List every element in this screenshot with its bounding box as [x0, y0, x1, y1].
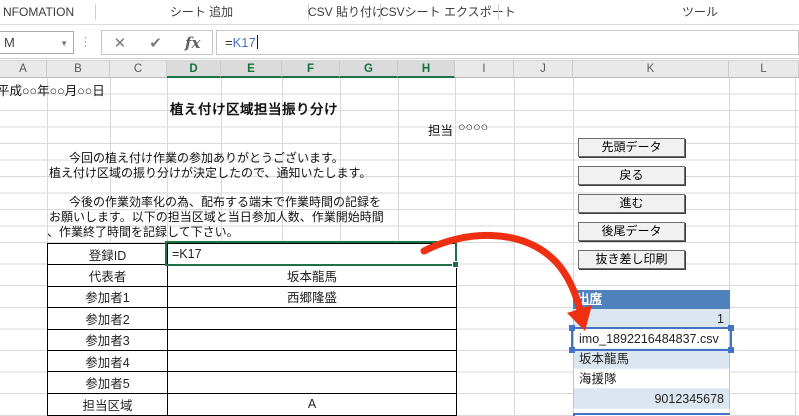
attendance-header-cell[interactable]: 出席	[573, 290, 730, 309]
toolbar-item-information[interactable]: NFOMATION	[3, 0, 74, 24]
active-cell-selection	[165, 241, 457, 266]
gridline	[795, 78, 796, 416]
toolbar-item-csv-paste[interactable]: CSV 貼り付け	[308, 0, 380, 24]
enter-icon[interactable]: ✔	[149, 34, 162, 52]
macro-toolbar: NFOMATION シート 追加 CSV 貼り付け CSVシート エクスポート …	[0, 0, 799, 25]
body-text-line: 植え付け区域の振り分けが決定したので、通知いたします。	[49, 164, 371, 181]
formula-input[interactable]: =K17	[216, 30, 799, 55]
selection-handle[interactable]	[569, 325, 575, 331]
form-row-value[interactable]	[168, 330, 456, 351]
form-row-value[interactable]	[168, 308, 456, 329]
tanto-label: 担当	[428, 120, 453, 139]
form-row-label: 参加者3	[48, 330, 168, 351]
selection-handle[interactable]	[728, 325, 734, 331]
cancel-icon[interactable]: ✕	[114, 34, 127, 52]
spreadsheet-app-window: NFOMATION シート 追加 CSV 貼り付け CSVシート エクスポート …	[0, 0, 799, 416]
formula-button-group: ✕ ✔ fx	[101, 30, 213, 55]
assignment-form-table: 登録ID =K17 代表者 坂本龍馬 参加者1 西郷隆盛 参加者2 参加者3 参…	[47, 243, 457, 416]
form-row-label: 登録ID	[48, 244, 168, 265]
name-box-value: M	[4, 35, 15, 50]
column-header-j[interactable]: J	[514, 60, 573, 78]
form-row-label: 代表者	[48, 265, 168, 286]
column-header-g[interactable]: G	[340, 60, 398, 78]
table-cell[interactable]: 1	[573, 309, 730, 329]
document-title: 植え付け区域担当振り分け	[170, 98, 338, 118]
body-text-line: 、作業終了時間を記録して下さい。	[47, 223, 239, 240]
back-button[interactable]: 戻る	[578, 166, 685, 185]
forward-button[interactable]: 進む	[578, 194, 685, 213]
column-header-b[interactable]: B	[47, 60, 110, 78]
column-header-a[interactable]: A	[0, 60, 47, 78]
name-box[interactable]: M ▼	[0, 31, 74, 54]
form-row-value[interactable]: A	[168, 394, 456, 415]
form-row-label: 参加者4	[48, 351, 168, 372]
column-header-k[interactable]: K	[573, 60, 729, 78]
first-data-button[interactable]: 先頭データ	[578, 138, 685, 157]
column-header-i[interactable]: I	[455, 60, 514, 78]
form-row-label: 参加者2	[48, 308, 168, 329]
form-row-value[interactable]	[168, 351, 456, 372]
column-header-f[interactable]: F	[282, 60, 340, 78]
chevron-down-icon[interactable]: ▼	[60, 33, 68, 54]
dots-separator-icon: ⋮	[79, 29, 92, 55]
form-row-label: 参加者5	[48, 372, 168, 393]
column-header-e[interactable]: E	[221, 60, 282, 78]
selection-handle[interactable]	[569, 347, 575, 353]
fill-handle[interactable]	[452, 261, 459, 268]
insert-function-icon[interactable]: fx	[185, 34, 200, 52]
toolbar-item-tools[interactable]: ツール	[682, 0, 718, 24]
text-cursor	[257, 35, 258, 49]
toolbar-separator	[498, 4, 499, 20]
last-data-button[interactable]: 後尾データ	[578, 222, 685, 241]
csv-cell-selection	[571, 327, 732, 351]
tanto-value: ○○○○	[458, 120, 488, 134]
formula-text: =	[225, 35, 233, 50]
date-cell: 平成○○年○○月○○日	[0, 80, 105, 99]
table-cell[interactable]: 坂本龍馬	[573, 349, 730, 369]
form-row-label: 担当区域	[48, 394, 168, 415]
column-header-c[interactable]: C	[110, 60, 167, 78]
column-header-l[interactable]: L	[729, 60, 799, 78]
form-row-value[interactable]	[168, 372, 456, 393]
formula-bar: M ▼ ⋮ ✕ ✔ fx =K17	[0, 26, 799, 59]
insert-print-button[interactable]: 抜き差し印刷	[578, 250, 685, 269]
form-row-label: 参加者1	[48, 287, 168, 308]
gridline	[514, 78, 515, 416]
table-cell[interactable]: 9012345678	[573, 389, 730, 409]
toolbar-item-csv-export[interactable]: CSVシート エクスポート	[380, 0, 498, 24]
column-header-d[interactable]: D	[167, 60, 221, 78]
column-header-h[interactable]: H	[398, 60, 455, 78]
table-cell[interactable]: 海援隊	[573, 369, 730, 389]
form-row-value[interactable]: 坂本龍馬	[168, 265, 456, 286]
formula-cell-ref: K17	[233, 35, 256, 50]
form-row-value[interactable]: 西郷隆盛	[168, 287, 456, 308]
worksheet-grid[interactable]: 平成○○年○○月○○日 植え付け区域担当振り分け 担当 ○○○○ 今回の植え付け…	[0, 78, 799, 416]
selection-handle[interactable]	[728, 347, 734, 353]
toolbar-item-add-sheet[interactable]: シート 追加	[95, 0, 308, 24]
